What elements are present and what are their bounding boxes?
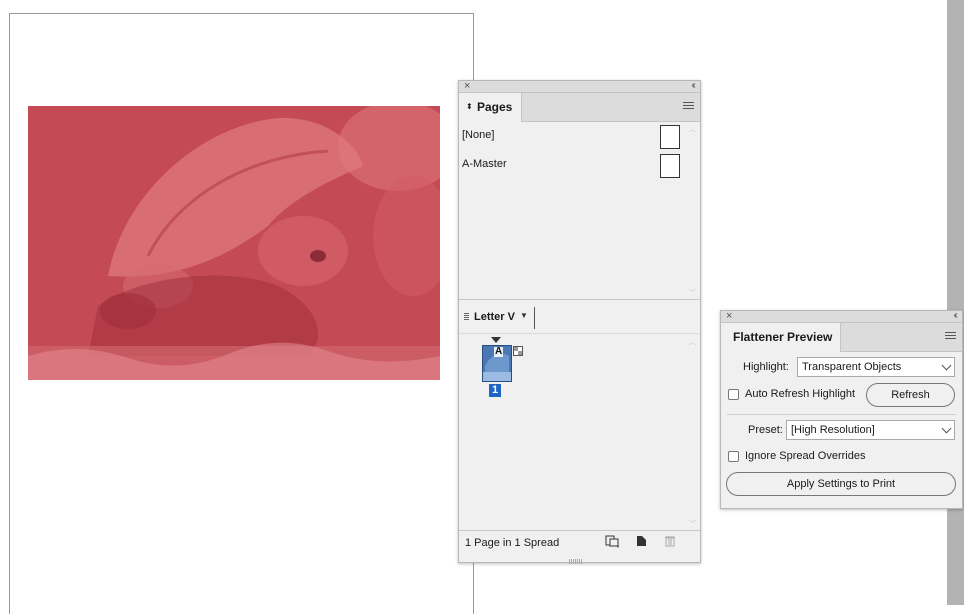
master-item-none[interactable]: [None] — [462, 124, 694, 150]
page-thumbnail[interactable]: A — [482, 345, 512, 382]
view-size-dropdown[interactable]: Letter V — [474, 311, 515, 323]
preset-label: Preset: — [748, 424, 783, 436]
collapse-icon[interactable]: ‹‹ — [691, 79, 695, 93]
highlight-value: Transparent Objects — [802, 361, 902, 373]
tab-pages[interactable]: ⬍ Pages — [459, 93, 522, 122]
ignore-spread-overrides-checkbox[interactable] — [728, 451, 739, 462]
flattener-tabstrip: Flattener Preview — [721, 323, 962, 352]
panel-menu-icon[interactable] — [683, 102, 694, 111]
scroll-up-icon[interactable]: ︿ — [689, 124, 696, 134]
flattener-preview-panel: × ‹‹ Flattener Preview Highlight: Transp… — [720, 310, 963, 509]
panel-divider — [459, 333, 700, 334]
master-label: [None] — [462, 129, 495, 141]
master-thumbnail[interactable] — [660, 125, 680, 149]
panel-divider[interactable] — [459, 299, 700, 300]
tab-flattener-preview[interactable]: Flattener Preview — [721, 323, 841, 352]
chevron-down-icon[interactable]: ▼ — [520, 311, 528, 320]
new-page-icon[interactable] — [636, 535, 650, 548]
master-label: A-Master — [462, 158, 507, 170]
close-icon[interactable]: × — [464, 79, 470, 93]
highlight-row: Highlight: Transparent Objects — [721, 356, 962, 380]
apply-settings-to-print-button[interactable]: Apply Settings to Print — [726, 472, 956, 496]
spread-indicator-icon — [491, 337, 501, 343]
auto-refresh-row: Auto Refresh Highlight Refresh — [721, 383, 962, 407]
pages-list: A 1 ︿ ﹀ — [459, 335, 700, 530]
scroll-up-icon[interactable]: ︿ — [689, 337, 696, 347]
pages-view-row: Letter V ▼ — [459, 303, 700, 333]
scroll-down-icon[interactable]: ﹀ — [689, 288, 696, 298]
ignore-spread-row: Ignore Spread Overrides — [721, 445, 962, 469]
divider — [727, 414, 956, 415]
pages-tabstrip: ⬍ Pages — [459, 93, 700, 122]
master-prefix-label: A — [494, 346, 504, 357]
panel-menu-icon[interactable] — [945, 332, 956, 341]
grip-icon — [464, 313, 469, 322]
chevron-down-icon — [941, 423, 952, 434]
panel-titlebar[interactable]: × ‹‹ — [459, 79, 700, 93]
divider — [534, 307, 535, 329]
tortoise-image — [28, 106, 440, 380]
updown-arrows-icon: ⬍ — [466, 102, 473, 111]
close-icon[interactable]: × — [726, 309, 732, 323]
flattener-tab-label: Flattener Preview — [733, 330, 833, 344]
collapse-icon[interactable]: ‹‹ — [953, 309, 957, 323]
scroll-down-icon[interactable]: ﹀ — [689, 519, 696, 529]
preset-select[interactable]: [High Resolution] — [786, 420, 955, 440]
page-number-label[interactable]: 1 — [489, 384, 502, 397]
panel-titlebar[interactable]: × ‹‹ — [721, 309, 962, 323]
edit-page-size-icon[interactable] — [605, 535, 619, 548]
auto-refresh-checkbox[interactable] — [728, 389, 739, 400]
page-count-status: 1 Page in 1 Spread — [465, 537, 560, 549]
transparency-icon — [513, 345, 523, 356]
preset-value: [High Resolution] — [791, 424, 875, 436]
resize-grip-icon[interactable] — [569, 553, 589, 564]
pages-panel: × ‹‹ ⬍ Pages [None] A-Master ︿ ﹀ Letter … — [458, 79, 701, 564]
master-thumbnail[interactable] — [660, 154, 680, 178]
refresh-button[interactable]: Refresh — [866, 383, 955, 407]
preset-row: Preset: [High Resolution] — [721, 419, 962, 443]
trash-icon[interactable] — [664, 535, 678, 548]
master-item-a-master[interactable]: A-Master — [462, 153, 694, 179]
document-scrollbar[interactable] — [947, 0, 964, 605]
pages-status-bar: 1 Page in 1 Spread — [459, 530, 700, 553]
chevron-down-icon — [941, 360, 952, 371]
pages-tab-label: Pages — [477, 100, 513, 114]
auto-refresh-label: Auto Refresh Highlight — [745, 388, 856, 400]
masters-list: [None] A-Master ︿ ﹀ — [459, 122, 700, 299]
highlight-label: Highlight: — [743, 361, 789, 373]
tortoise-photo[interactable] — [28, 106, 440, 380]
ignore-spread-label: Ignore Spread Overrides — [745, 450, 866, 462]
highlight-select[interactable]: Transparent Objects — [797, 357, 955, 377]
